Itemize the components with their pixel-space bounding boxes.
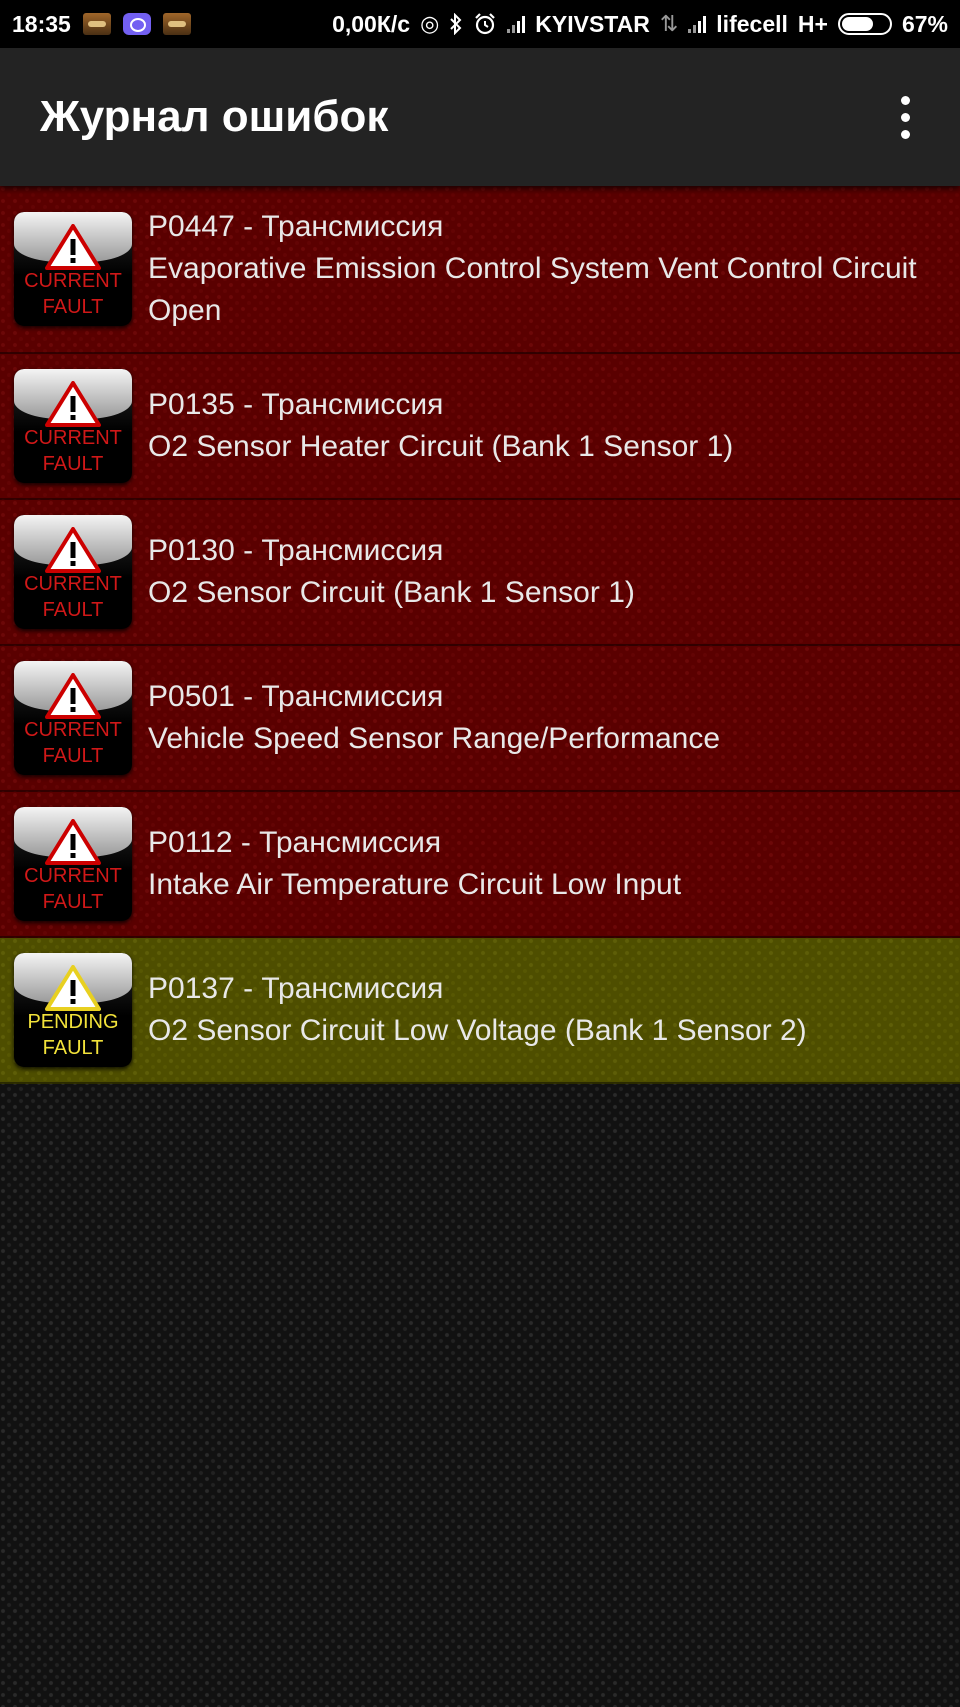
fault-description: O2 Sensor Heater Circuit (Bank 1 Sensor …	[148, 430, 734, 463]
warning-triangle-icon	[45, 224, 101, 270]
badge-label: CURRENT FAULT	[24, 270, 122, 318]
fault-code: P0135 - Трансмиссия	[148, 388, 444, 421]
fault-description: Vehicle Speed Sensor Range/Performance	[148, 722, 721, 755]
bluetooth-icon	[450, 13, 462, 35]
badge-label: CURRENT FAULT	[24, 573, 122, 621]
hotspot-icon: ◎	[420, 11, 440, 36]
fault-list-item[interactable]: CURRENT FAULT P0112 - Трансмиссия Intake …	[0, 792, 960, 938]
network-type: H+	[797, 10, 828, 37]
badge-label: CURRENT FAULT	[24, 719, 122, 767]
fault-list-item[interactable]: PENDING FAULT P0137 - Трансмиссия O2 Sens…	[0, 938, 960, 1084]
fault-text: P0135 - Трансмиссия O2 Sensor Heater Cir…	[148, 384, 733, 468]
fault-code: P0137 - Трансмиссия	[148, 972, 444, 1005]
data-arrows-icon: ⇅	[659, 11, 679, 36]
car-app-icon	[82, 13, 111, 35]
fault-list-item[interactable]: CURRENT FAULT P0447 - Трансмиссия Evapora…	[0, 186, 960, 354]
warning-triangle-icon	[45, 527, 101, 573]
overflow-menu-icon[interactable]	[890, 87, 920, 147]
fault-text: P0112 - Трансмиссия Intake Air Temperatu…	[148, 822, 681, 906]
fault-list: CURRENT FAULT P0447 - Трансмиссия Evapora…	[0, 186, 960, 1084]
car-app-icon-2	[162, 13, 191, 35]
fault-list-item[interactable]: CURRENT FAULT P0135 - Трансмиссия O2 Sens…	[0, 354, 960, 500]
current-fault-badge-icon: CURRENT FAULT	[14, 212, 132, 326]
battery-icon	[837, 13, 892, 35]
battery-percent: 67%	[901, 10, 948, 37]
warning-triangle-icon	[45, 673, 101, 719]
current-fault-badge-icon: CURRENT FAULT	[14, 807, 132, 921]
viber-icon	[122, 13, 151, 35]
fault-code: P0112 - Трансмиссия	[148, 826, 442, 859]
warning-triangle-icon	[45, 381, 101, 427]
alarm-icon	[475, 13, 496, 35]
net-speed: 0,00К/с	[332, 10, 411, 37]
badge-label: PENDING FAULT	[27, 1011, 119, 1059]
page-title: Журнал ошибок	[40, 92, 389, 141]
fault-text: P0447 - Трансмиссия Evaporative Emission…	[148, 206, 948, 332]
fault-text: P0130 - Трансмиссия O2 Sensor Circuit (B…	[148, 530, 635, 614]
battery-fill	[841, 17, 873, 31]
fault-description: Intake Air Temperature Circuit Low Input	[148, 868, 682, 901]
fault-text: P0501 - Трансмиссия Vehicle Speed Sensor…	[148, 676, 720, 760]
current-fault-badge-icon: CURRENT FAULT	[14, 515, 132, 629]
carrier1-label: KYIVSTAR	[535, 10, 650, 37]
fault-text: P0137 - Трансмиссия O2 Sensor Circuit Lo…	[148, 968, 807, 1052]
pending-fault-badge-icon: PENDING FAULT	[14, 953, 132, 1067]
fault-list-item[interactable]: CURRENT FAULT P0130 - Трансмиссия O2 Sens…	[0, 500, 960, 646]
fault-code: P0501 - Трансмиссия	[148, 680, 444, 713]
signal-icon-2	[688, 15, 707, 33]
warning-triangle-icon	[45, 819, 101, 865]
fault-code: P0447 - Трансмиссия	[148, 210, 444, 243]
status-bar: 18:35 0,00К/с ◎ KYIVSTAR ⇅ lifecell H+ 6…	[0, 0, 960, 48]
current-fault-badge-icon: CURRENT FAULT	[14, 369, 132, 483]
current-fault-badge-icon: CURRENT FAULT	[14, 661, 132, 775]
status-bar-left: 18:35	[12, 11, 191, 38]
fault-description: O2 Sensor Circuit (Bank 1 Sensor 1)	[148, 576, 635, 609]
carrier2-label: lifecell	[716, 10, 788, 37]
badge-label: CURRENT FAULT	[24, 865, 122, 913]
app-bar: Журнал ошибок	[0, 48, 960, 186]
badge-label: CURRENT FAULT	[24, 427, 122, 475]
fault-description: Evaporative Emission Control System Vent…	[148, 252, 917, 327]
warning-triangle-icon	[45, 965, 101, 1011]
signal-icon	[507, 15, 526, 33]
status-bar-right: 0,00К/с ◎ KYIVSTAR ⇅ lifecell H+ 67%	[332, 11, 948, 38]
status-time: 18:35	[12, 10, 71, 37]
fault-description: O2 Sensor Circuit Low Voltage (Bank 1 Se…	[148, 1014, 807, 1047]
fault-code: P0130 - Трансмиссия	[148, 534, 444, 567]
fault-list-item[interactable]: CURRENT FAULT P0501 - Трансмиссия Vehicle…	[0, 646, 960, 792]
